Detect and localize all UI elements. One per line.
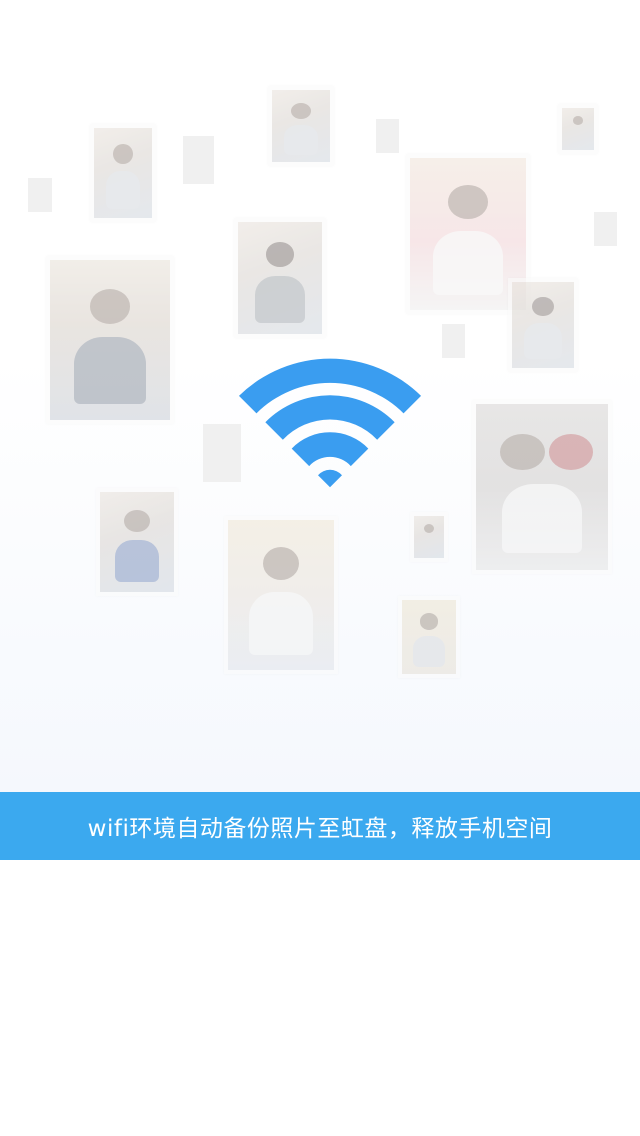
- photo-subject: [433, 230, 503, 295]
- photo-collage: [0, 0, 640, 792]
- photo-subject: [113, 144, 133, 164]
- photo-image: [272, 90, 330, 162]
- photo-thumbnail: [398, 596, 460, 678]
- wifi-icon: [238, 358, 422, 488]
- photo-subject: [74, 336, 146, 404]
- photo-subject: [548, 433, 594, 471]
- photo-subject: [105, 171, 141, 209]
- photo-thumbnail: [96, 488, 178, 596]
- photo-thumbnail: [224, 516, 338, 674]
- photo-image: [238, 222, 322, 334]
- photo-thumbnail: [234, 218, 326, 338]
- photo-image: [512, 282, 574, 368]
- placeholder-tile: [183, 136, 214, 184]
- caption-banner: wifi环境自动备份照片至虹盘，释放手机空间: [0, 792, 640, 860]
- photo-image: [228, 520, 334, 670]
- photo-subject: [419, 613, 439, 630]
- photo-image: [50, 260, 170, 420]
- photo-subject: [283, 124, 319, 155]
- caption-text: wifi环境自动备份照片至虹盘，释放手机空间: [87, 816, 553, 842]
- photo-subject: [448, 185, 488, 219]
- wifi-arc-inner: [291, 432, 369, 467]
- photo-subject: [502, 483, 582, 554]
- placeholder-tile: [594, 212, 617, 246]
- photo-thumbnail: [472, 400, 612, 574]
- photo-thumbnail: [558, 104, 598, 154]
- photo-subject: [262, 547, 299, 580]
- placeholder-tile: [442, 324, 465, 358]
- photo-subject: [423, 523, 435, 533]
- photo-subject: [124, 510, 150, 532]
- placeholder-tile: [376, 119, 399, 153]
- photo-thumbnail: [268, 86, 334, 166]
- placeholder-tile: [28, 178, 52, 212]
- photo-image: [414, 516, 444, 558]
- photo-image: [476, 404, 608, 570]
- photo-thumbnail: [46, 256, 174, 424]
- photo-image: [562, 108, 594, 150]
- photo-subject: [572, 115, 584, 125]
- photo-subject: [89, 288, 131, 324]
- wifi-dot: [318, 469, 342, 488]
- photo-thumbnail: [508, 278, 578, 372]
- photo-image: [402, 600, 456, 674]
- photo-thumbnail: [410, 512, 448, 562]
- photo-subject: [412, 635, 446, 667]
- photo-subject: [532, 297, 554, 317]
- photo-subject: [114, 540, 160, 582]
- photo-image: [100, 492, 174, 592]
- photo-subject: [265, 242, 295, 267]
- photo-subject: [254, 275, 306, 323]
- photo-subject: [249, 592, 313, 655]
- photo-subject: [499, 433, 545, 471]
- photo-image: [94, 128, 152, 218]
- photo-thumbnail: [90, 124, 156, 222]
- photo-subject: [291, 102, 311, 119]
- photo-subject: [524, 323, 562, 360]
